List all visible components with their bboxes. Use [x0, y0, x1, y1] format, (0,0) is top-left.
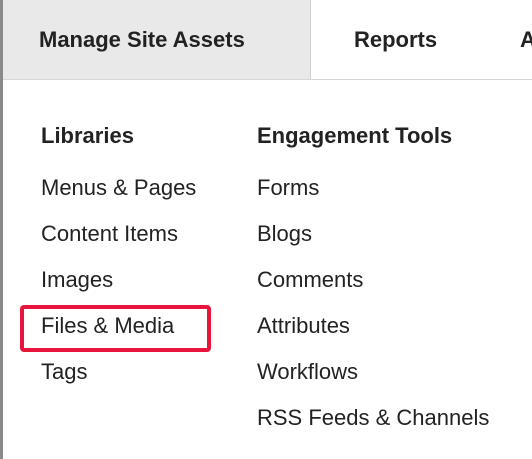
menu-link-menus-pages[interactable]: Menus & Pages: [41, 173, 196, 203]
menu-link-workflows[interactable]: Workflows: [257, 357, 489, 387]
tab-manage-site-assets[interactable]: Manage Site Assets: [3, 0, 311, 79]
site-assets-menu-panel: Manage Site Assets Reports A Libraries M…: [0, 0, 532, 459]
tab-partial-next[interactable]: A: [520, 0, 532, 79]
menu-link-rss-feeds-channels[interactable]: RSS Feeds & Channels: [257, 403, 489, 433]
menu-link-images[interactable]: Images: [41, 265, 196, 295]
tab-reports[interactable]: Reports: [354, 0, 437, 79]
engagement-tools-heading: Engagement Tools: [257, 123, 453, 148]
menu-link-files-media[interactable]: Files & Media: [41, 311, 196, 341]
menu-link-attributes[interactable]: Attributes: [257, 311, 489, 341]
engagement-tools-column: Engagement Tools Forms Blogs Comments At…: [257, 118, 489, 449]
libraries-heading: Libraries: [41, 123, 134, 148]
menu-link-comments[interactable]: Comments: [257, 265, 489, 295]
menu-link-content-items[interactable]: Content Items: [41, 219, 196, 249]
libraries-column: Libraries Menus & Pages Content Items Im…: [41, 118, 196, 403]
menu-link-forms[interactable]: Forms: [257, 173, 489, 203]
menu-link-blogs[interactable]: Blogs: [257, 219, 489, 249]
top-tab-bar: Manage Site Assets Reports A: [3, 0, 532, 80]
menu-link-tags[interactable]: Tags: [41, 357, 196, 387]
